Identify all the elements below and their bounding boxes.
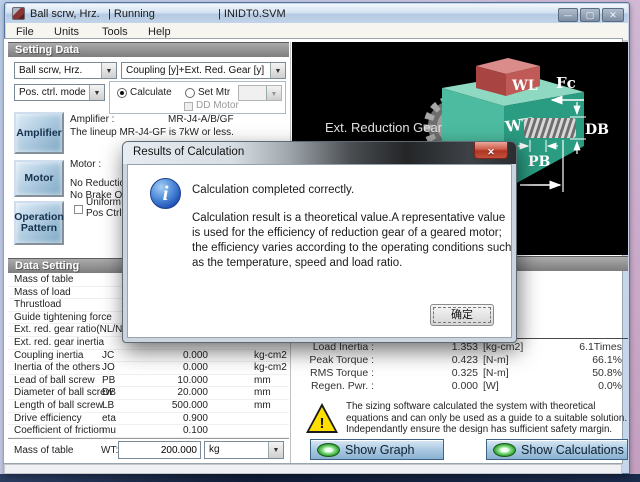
show-graph-label: Show Graph [345,443,414,457]
app-icon [12,7,25,20]
chevron-down-icon[interactable] [101,63,116,78]
ok-button[interactable]: 确定 [430,304,494,326]
motor-info-line1: No Reductio [70,178,125,189]
operation-pattern-label2: Pattern [21,223,57,234]
info-icon [150,178,181,209]
unit-dropdown[interactable]: kg [204,441,284,459]
titlebar[interactable]: Ball scrw, Hrz. | Running | INIDT0.SVM [6,4,628,23]
control-mode-dropdown-value: Pos. ctrl. mode [19,87,86,98]
table-row[interactable]: Drive efficiencyeta0.900 [8,413,289,426]
table-row[interactable]: Coupling inertiaJC0.000kg-cm2 [8,350,289,363]
menu-tools[interactable]: Tools [102,26,128,38]
show-calculations-button[interactable]: Show Calculations [486,439,628,460]
warning-line: Independantly ensure the design has suff… [346,424,628,436]
load-label: WL [511,78,538,94]
motor-select-dropdown[interactable] [238,85,282,101]
chevron-down-icon[interactable] [268,442,283,458]
warning-line: equations and can only be used as a guid… [346,413,628,425]
mechanism-dropdown-value: Ball scrw, Hrz. [19,65,82,76]
result-row: Regen. Pwr. :0.000[W]0.0% [292,380,628,393]
maximize-icon[interactable] [580,8,600,22]
result-row: Peak Torque :0.423[N-m]66.1% [292,354,628,367]
setting-data-header: Setting Data [8,42,289,57]
chevron-down-icon[interactable] [270,63,285,78]
menu-file[interactable]: File [16,26,34,38]
results-summary: Load Inertia :1.353[kg-cm2]6.1Times Peak… [292,341,628,393]
table-row[interactable]: Coefficient of frictionmu0.100 [8,425,289,438]
window-title: Ball scrw, Hrz. [30,8,100,20]
calculate-radio[interactable] [117,88,127,98]
table-row[interactable]: Diameter of ball screwDB20.000mm [8,387,289,400]
calculate-radio-label[interactable]: Calculate [130,87,172,98]
coupling-dropdown-value: Coupling [y]+Ext. Red. Gear [y] [126,65,264,76]
dialog-message-primary: Calculation completed correctly. [192,184,354,196]
window-status: | Running [108,8,155,20]
pattern-option-checkbox[interactable] [74,205,83,214]
status-bar [4,464,622,474]
eye-icon [493,443,516,457]
db-label: DB [585,122,609,138]
footer-row-symbol: WT: [101,445,118,456]
table-row[interactable]: Lead of ball screwPB10.000mm [8,375,289,388]
desktop-bottom-strip [0,474,640,482]
footer-row-label: Mass of table [14,445,73,456]
mechanism-dropdown[interactable]: Ball scrw, Hrz. [14,62,117,79]
set-mtr-radio-label[interactable]: Set Mtr [198,87,230,98]
amplifier-value: MR-J4-A/B/GF [168,114,234,125]
table-row[interactable]: Length of ball screwLB500.000mm [8,400,289,413]
ext-gear-label: Ext. Reduction Gear [325,120,443,135]
control-mode-dropdown[interactable]: Pos. ctrl. mode [14,84,105,101]
chevron-down-icon [266,86,281,100]
dialog-message-secondary: Calculation result is a theoretical valu… [192,211,512,271]
eye-icon [317,443,340,457]
dialog-close-icon[interactable] [474,142,508,159]
amplifier-button[interactable]: Amplifier [14,112,64,154]
chevron-down-icon[interactable] [89,85,104,100]
motor-button-label: Motor [24,173,53,184]
table-row[interactable]: Inertia of the othersJO0.000kg-cm2 [8,362,289,375]
result-row: RMS Torque :0.325[N-m]50.8% [292,367,628,380]
unit-dropdown-value: kg [209,444,220,455]
menu-units[interactable]: Units [54,26,79,38]
menu-help[interactable]: Help [148,26,171,38]
show-graph-button[interactable]: Show Graph [310,439,444,460]
pb-label: PB [528,154,551,170]
fc-label: Fc [556,74,576,92]
amplifier-label: Amplifier : [70,114,114,125]
coupling-dropdown[interactable]: Coupling [y]+Ext. Red. Gear [y] [121,62,286,79]
divider [8,438,289,440]
dialog-title: Results of Calculation [133,146,244,158]
mass-of-table-input[interactable] [118,441,201,459]
ball-screw [524,118,576,138]
motor-label: Motor : [70,159,101,170]
minimize-icon[interactable] [558,8,578,22]
warning-text: The sizing software calculated the syste… [346,401,628,436]
show-calculations-label: Show Calculations [521,443,624,457]
dd-motor-checkbox-label: DD Motor [196,100,239,111]
window-file: | INIDT0.SVM [218,8,286,20]
operation-pattern-button[interactable]: Operation Pattern [14,201,64,245]
dd-motor-checkbox[interactable] [184,102,193,111]
desktop: Ball scrw, Hrz. | Running | INIDT0.SVM F… [0,0,640,482]
warning-line: The sizing software calculated the syste… [346,401,628,413]
amplifier-note: The lineup MR-J4-GF is 7kW or less. [70,127,234,138]
close-icon[interactable] [602,8,624,22]
amplifier-button-label: Amplifier [16,128,62,139]
set-mtr-radio[interactable] [185,88,195,98]
motor-button[interactable]: Motor [14,160,64,197]
